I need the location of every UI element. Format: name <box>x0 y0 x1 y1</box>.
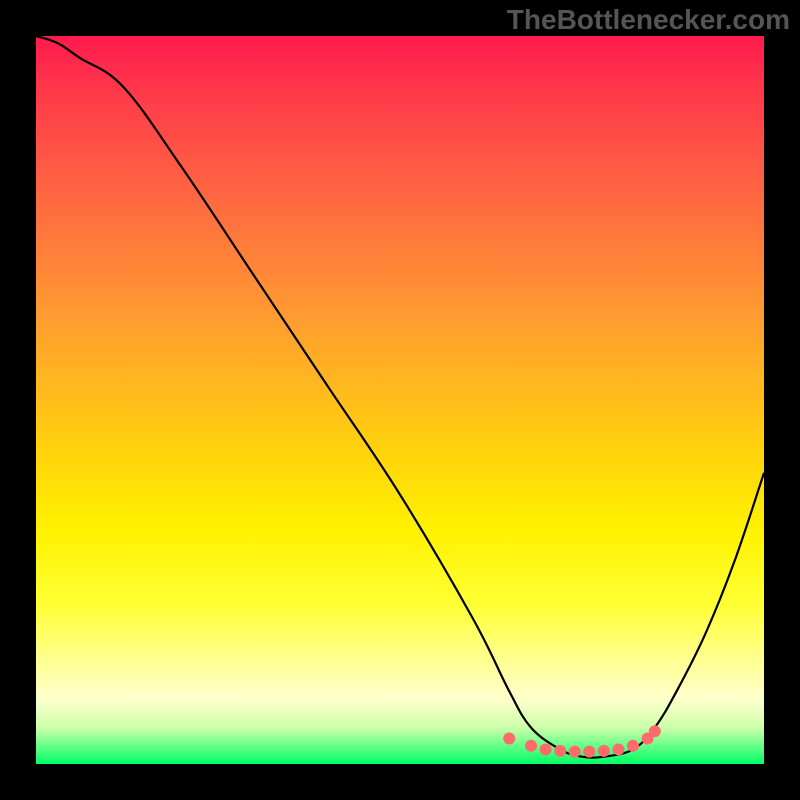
bottleneck-curve-line <box>36 36 764 758</box>
marker-dot <box>540 743 552 755</box>
marker-dot <box>649 725 661 737</box>
watermark-text: TheBottlenecker.com <box>507 4 790 36</box>
marker-dot <box>503 733 515 745</box>
marker-dot <box>612 743 624 755</box>
marker-dot <box>642 733 654 745</box>
marker-dot <box>554 745 566 757</box>
marker-dot <box>627 740 639 752</box>
marker-dot <box>583 746 595 758</box>
marker-dot <box>598 745 610 757</box>
marker-dot <box>569 746 581 758</box>
marker-dots <box>503 725 661 757</box>
chart-svg <box>36 36 764 764</box>
marker-dot <box>525 740 537 752</box>
chart-plot-area <box>36 36 764 764</box>
